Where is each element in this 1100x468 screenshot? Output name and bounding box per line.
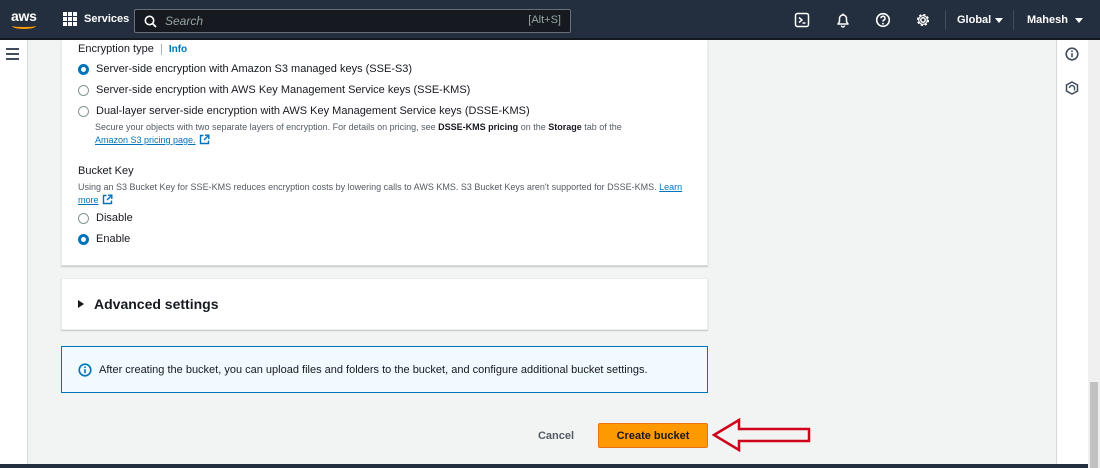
region-selector[interactable]: Global <box>957 14 1004 26</box>
user-label: Mahesh <box>1027 14 1068 26</box>
info-link[interactable]: Info <box>169 44 187 55</box>
aws-logo[interactable]: aws <box>11 9 39 31</box>
radio-option-sse-kms[interactable]: Server-side encryption with AWS Key Mana… <box>78 84 470 96</box>
encryption-type-label: Encryption type Info <box>78 43 187 55</box>
radio-button-selected[interactable] <box>78 233 89 245</box>
advanced-settings-title: Advanced settings <box>94 296 219 312</box>
help-icon[interactable] <box>875 12 891 28</box>
description-text: Secure your objects with two separate la… <box>95 122 439 132</box>
advanced-settings-expander[interactable]: Advanced settings <box>61 278 708 330</box>
label-divider <box>160 43 162 55</box>
bell-icon[interactable] <box>835 12 851 28</box>
account-menu[interactable]: Mahesh <box>1027 14 1083 26</box>
bucket-key-title: Bucket Key <box>78 165 134 177</box>
description-text: Using an S3 Bucket Key for SSE-KMS reduc… <box>78 182 657 192</box>
description-text: tab of the <box>581 122 622 132</box>
nav-divider <box>945 10 946 30</box>
cloudshell-icon[interactable] <box>794 12 810 28</box>
encryption-type-text: Encryption type <box>78 43 154 55</box>
external-link-icon <box>199 134 210 145</box>
left-navigation-rail <box>0 40 28 468</box>
description-bold-text: Storage <box>548 122 582 132</box>
cancel-button[interactable]: Cancel <box>527 424 585 448</box>
bucket-key-description: Using an S3 Bucket Key for SSE-KMS reduc… <box>78 181 688 207</box>
services-menu-button[interactable]: Services <box>63 12 129 26</box>
feedback-hexagon-icon[interactable] <box>1065 81 1079 95</box>
description-text: on the <box>518 122 549 132</box>
grid-icon <box>63 12 77 26</box>
alert-message: After creating the bucket, you can uploa… <box>99 363 648 376</box>
right-tools-rail <box>1056 40 1088 468</box>
dsse-kms-description: Secure your objects with two separate la… <box>95 121 695 147</box>
search-shortcut-hint: [Alt+S] <box>528 14 561 26</box>
radio-button-selected[interactable] <box>78 63 89 75</box>
page-scrollbar[interactable] <box>1088 40 1100 468</box>
radio-button[interactable] <box>78 84 89 96</box>
radio-option-sse-s3[interactable]: Server-side encryption with Amazon S3 ma… <box>78 63 412 75</box>
create-bucket-button[interactable]: Create bucket <box>598 423 708 448</box>
search-icon <box>144 15 157 28</box>
caret-down-icon <box>995 17 1004 23</box>
aws-logo-text: aws <box>11 8 37 24</box>
scrollbar-thumb[interactable] <box>1090 382 1098 468</box>
radio-button[interactable] <box>78 212 89 224</box>
radio-label: Enable <box>96 233 131 245</box>
services-label: Services <box>84 13 130 25</box>
s3-pricing-link[interactable]: Amazon S3 pricing page. <box>95 135 196 145</box>
region-label: Global <box>957 14 992 26</box>
description-bold-text: DSSE-KMS pricing <box>438 122 519 132</box>
radio-label: Dual-layer server-side encryption with A… <box>96 105 530 117</box>
radio-label: Disable <box>96 212 133 224</box>
top-navigation: aws Services [Alt+S] Global <box>0 0 1100 40</box>
aws-smile-mark <box>12 23 36 29</box>
caret-right-icon <box>78 300 84 308</box>
info-icon <box>78 362 92 377</box>
gear-icon[interactable] <box>915 12 931 28</box>
radio-label: Server-side encryption with AWS Key Mana… <box>96 84 471 96</box>
default-encryption-panel: Encryption type Info Server-side encrypt… <box>61 40 708 266</box>
caret-down-icon <box>1074 17 1083 23</box>
nav-divider <box>1013 10 1014 30</box>
search-bar[interactable]: [Alt+S] <box>134 9 571 33</box>
radio-button[interactable] <box>78 105 89 117</box>
search-input[interactable] <box>165 14 505 28</box>
bottom-edge-bar <box>0 464 1088 468</box>
radio-label: Server-side encryption with Amazon S3 ma… <box>96 63 413 75</box>
annotation-arrow-icon <box>712 418 811 452</box>
info-panel-icon[interactable] <box>1065 47 1079 61</box>
radio-option-disable[interactable]: Disable <box>78 212 133 224</box>
radio-option-enable[interactable]: Enable <box>78 233 130 245</box>
hamburger-menu-icon[interactable] <box>6 48 19 60</box>
external-link-icon <box>102 194 113 205</box>
info-alert: After creating the bucket, you can uploa… <box>61 346 708 393</box>
radio-option-dsse-kms[interactable]: Dual-layer server-side encryption with A… <box>78 105 530 117</box>
